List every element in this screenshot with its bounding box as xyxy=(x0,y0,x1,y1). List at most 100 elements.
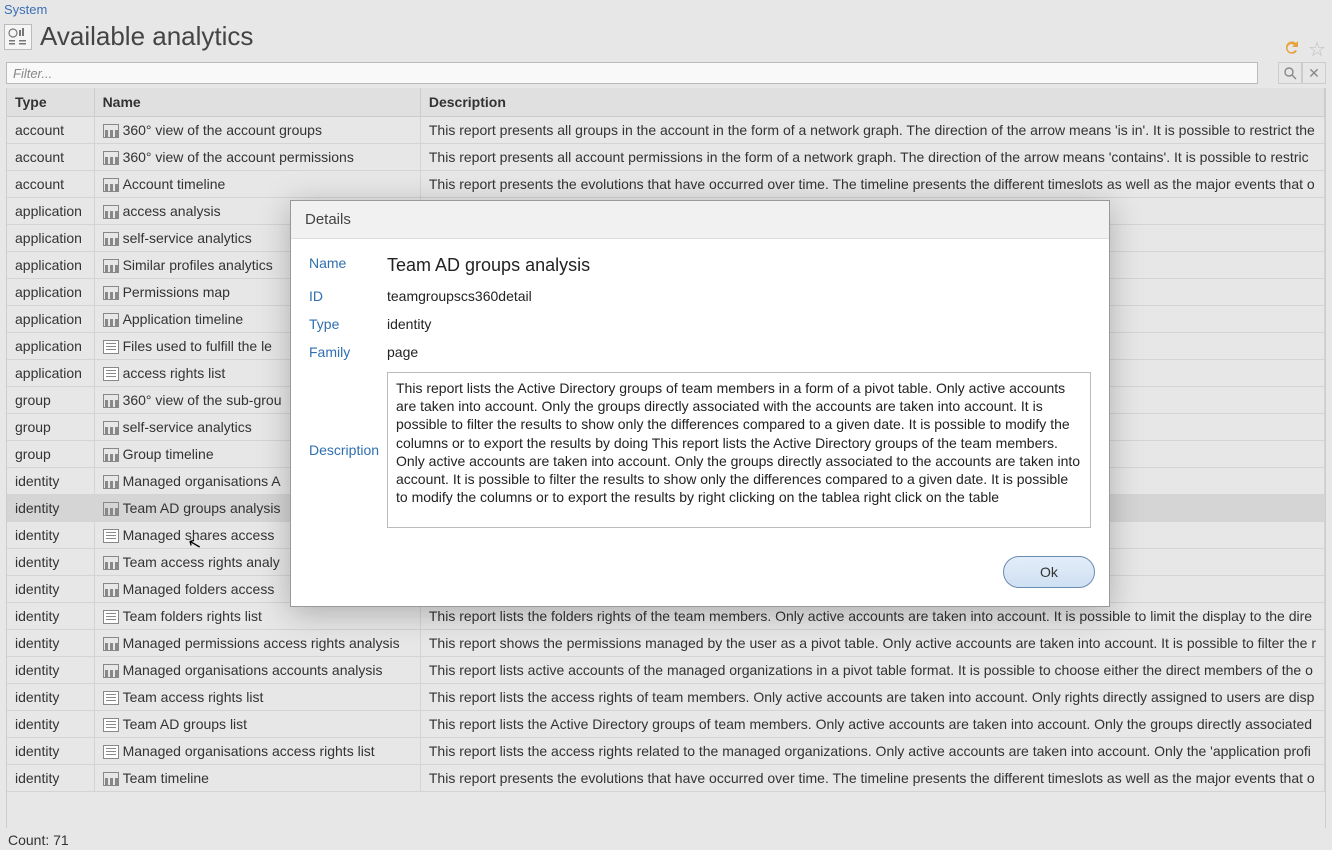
cell-name: Managed organisations access rights list xyxy=(94,738,420,765)
cell-name: Team access rights list xyxy=(94,684,420,711)
cell-type: application xyxy=(7,360,94,387)
cell-type: application xyxy=(7,279,94,306)
clear-filter-icon[interactable]: ✕ xyxy=(1302,62,1326,84)
search-icon[interactable] xyxy=(1278,62,1302,84)
cell-type: identity xyxy=(7,549,94,576)
cell-name: Managed permissions access rights analys… xyxy=(94,630,420,657)
analytics-icon xyxy=(4,24,32,50)
table-row[interactable]: identityManaged organisations accounts a… xyxy=(7,657,1325,684)
cell-type: group xyxy=(7,441,94,468)
document-icon xyxy=(103,340,119,354)
chart-icon xyxy=(103,178,119,192)
detail-name: Team AD groups analysis xyxy=(387,255,590,276)
cell-name: 360° view of the account groups xyxy=(94,117,420,144)
cell-type: application xyxy=(7,333,94,360)
cell-desc: This report presents all account permiss… xyxy=(420,144,1324,171)
cell-type: application xyxy=(7,306,94,333)
table-row[interactable]: identityManaged permissions access right… xyxy=(7,630,1325,657)
detail-family: page xyxy=(387,344,418,360)
cell-desc: This report presents the evolutions that… xyxy=(420,171,1324,198)
chart-icon xyxy=(103,124,119,138)
chart-icon xyxy=(103,232,119,246)
table-row[interactable]: identityTeam access rights listThis repo… xyxy=(7,684,1325,711)
chart-icon xyxy=(103,313,119,327)
chart-icon xyxy=(103,394,119,408)
chart-icon xyxy=(103,475,119,489)
detail-id: teamgroupscs360detail xyxy=(387,288,532,304)
cell-type: application xyxy=(7,225,94,252)
cell-desc: This report presents all groups in the a… xyxy=(420,117,1324,144)
cell-name: Team AD groups list xyxy=(94,711,420,738)
chart-icon xyxy=(103,502,119,516)
table-row[interactable]: identityTeam AD groups listThis report l… xyxy=(7,711,1325,738)
chart-icon xyxy=(103,151,119,165)
page-title: Available analytics xyxy=(40,21,253,52)
table-row[interactable]: account360° view of the account permissi… xyxy=(7,144,1325,171)
document-icon xyxy=(103,745,119,759)
chart-icon xyxy=(103,448,119,462)
chart-icon xyxy=(103,421,119,435)
cell-type: identity xyxy=(7,468,94,495)
document-icon xyxy=(103,529,119,543)
cell-type: identity xyxy=(7,657,94,684)
cell-type: identity xyxy=(7,630,94,657)
cell-type: identity xyxy=(7,765,94,792)
cell-type: identity xyxy=(7,603,94,630)
cell-type: identity xyxy=(7,495,94,522)
cell-desc: This report lists active accounts of the… xyxy=(420,657,1324,684)
table-row[interactable]: account360° view of the account groupsTh… xyxy=(7,117,1325,144)
label-desc: Description xyxy=(309,442,387,458)
cell-desc: This report shows the permissions manage… xyxy=(420,630,1324,657)
cell-type: account xyxy=(7,144,94,171)
label-id: ID xyxy=(309,288,387,304)
system-link[interactable]: System xyxy=(0,0,1332,19)
document-icon xyxy=(103,367,119,381)
cell-type: identity xyxy=(7,684,94,711)
cell-name: Team timeline xyxy=(94,765,420,792)
document-icon xyxy=(103,691,119,705)
cell-desc: This report lists the access rights rela… xyxy=(420,738,1324,765)
label-name: Name xyxy=(309,255,387,271)
detail-type: identity xyxy=(387,316,431,332)
cell-type: identity xyxy=(7,522,94,549)
document-icon xyxy=(103,610,119,624)
col-header-type[interactable]: Type xyxy=(7,88,94,117)
col-header-desc[interactable]: Description xyxy=(420,88,1324,117)
ok-button[interactable]: Ok xyxy=(1003,556,1095,588)
cell-name: Managed organisations accounts analysis xyxy=(94,657,420,684)
dialog-title: Details xyxy=(291,201,1109,239)
details-dialog: Details Name Team AD groups analysis ID … xyxy=(290,200,1110,607)
chart-icon xyxy=(103,637,119,651)
cell-type: group xyxy=(7,414,94,441)
filter-input[interactable] xyxy=(6,62,1258,84)
cell-desc: This report lists the access rights of t… xyxy=(420,684,1324,711)
chart-icon xyxy=(103,259,119,273)
chart-icon xyxy=(103,205,119,219)
cell-name: Account timeline xyxy=(94,171,420,198)
cell-type: group xyxy=(7,387,94,414)
cell-type: identity xyxy=(7,711,94,738)
cell-type: account xyxy=(7,171,94,198)
label-family: Family xyxy=(309,344,387,360)
detail-description[interactable]: This report lists the Active Directory g… xyxy=(387,372,1091,528)
row-count: Count: 71 xyxy=(8,832,69,848)
cell-type: account xyxy=(7,117,94,144)
table-row[interactable]: accountAccount timelineThis report prese… xyxy=(7,171,1325,198)
cell-type: application xyxy=(7,198,94,225)
cell-name: 360° view of the account permissions xyxy=(94,144,420,171)
document-icon xyxy=(103,718,119,732)
label-type: Type xyxy=(309,316,387,332)
cell-type: identity xyxy=(7,576,94,603)
chart-icon xyxy=(103,664,119,678)
table-row[interactable]: identityTeam timelineThis report present… xyxy=(7,765,1325,792)
chart-icon xyxy=(103,556,119,570)
table-row[interactable]: identityManaged organisations access rig… xyxy=(7,738,1325,765)
chart-icon xyxy=(103,772,119,786)
chart-icon xyxy=(103,286,119,300)
chart-icon xyxy=(103,583,119,597)
cell-type: identity xyxy=(7,738,94,765)
cell-desc: This report lists the Active Directory g… xyxy=(420,711,1324,738)
col-header-name[interactable]: Name xyxy=(94,88,420,117)
cell-type: application xyxy=(7,252,94,279)
cell-desc: This report presents the evolutions that… xyxy=(420,765,1324,792)
